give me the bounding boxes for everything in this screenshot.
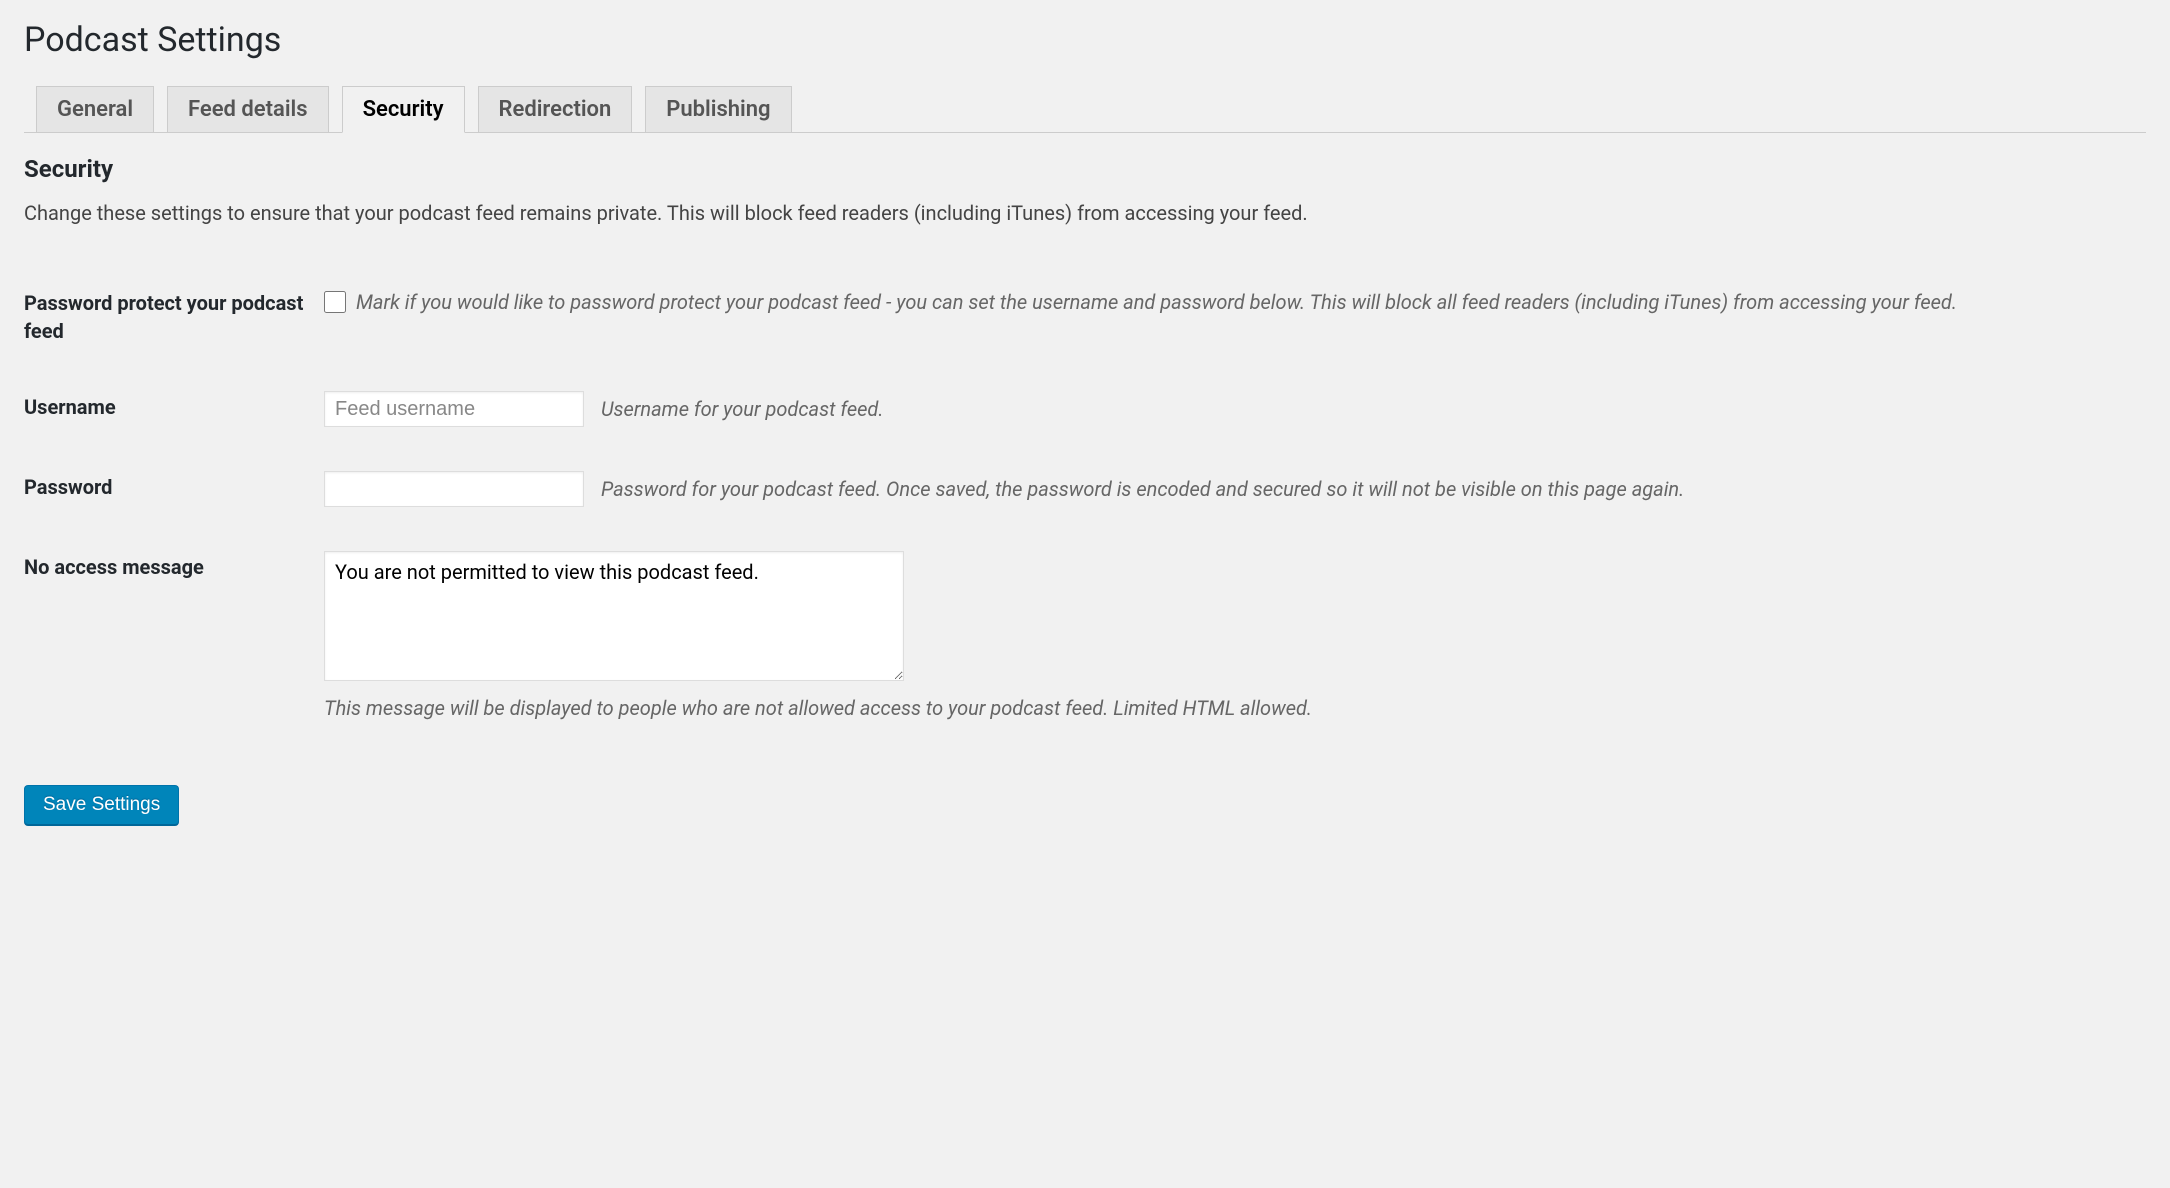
- label-username: Username: [24, 369, 324, 449]
- tab-nav: General Feed details Security Redirectio…: [24, 86, 2146, 133]
- save-settings-button[interactable]: Save Settings: [24, 785, 179, 825]
- input-username[interactable]: [324, 391, 584, 427]
- row-no-access-message: No access message This message will be d…: [24, 529, 2146, 745]
- section-title: Security: [24, 155, 2146, 183]
- textarea-no-access-message[interactable]: [324, 551, 904, 681]
- settings-form-table: Password protect your podcast feed Mark …: [24, 265, 2146, 745]
- page-title: Podcast Settings: [24, 20, 2146, 60]
- help-password: Password for your podcast feed. Once sav…: [601, 477, 1684, 501]
- label-no-access-message: No access message: [24, 529, 324, 745]
- row-username: Username Username for your podcast feed.: [24, 369, 2146, 449]
- section-description: Change these settings to ensure that you…: [24, 201, 2146, 225]
- help-username: Username for your podcast feed.: [601, 397, 884, 421]
- input-password[interactable]: [324, 471, 584, 507]
- help-password-protect: Mark if you would like to password prote…: [356, 287, 2146, 317]
- tab-publishing[interactable]: Publishing: [645, 86, 791, 132]
- label-password-protect: Password protect your podcast feed: [24, 265, 324, 369]
- tab-security[interactable]: Security: [342, 86, 465, 133]
- tab-redirection[interactable]: Redirection: [478, 86, 633, 132]
- help-no-access-message: This message will be displayed to people…: [324, 696, 1312, 720]
- submit-row: Save Settings: [24, 785, 2146, 825]
- checkbox-password-protect[interactable]: [324, 291, 346, 313]
- label-password: Password: [24, 449, 324, 529]
- row-password-protect: Password protect your podcast feed Mark …: [24, 265, 2146, 369]
- row-password: Password Password for your podcast feed.…: [24, 449, 2146, 529]
- tab-feed-details[interactable]: Feed details: [167, 86, 329, 132]
- tab-general[interactable]: General: [36, 86, 154, 132]
